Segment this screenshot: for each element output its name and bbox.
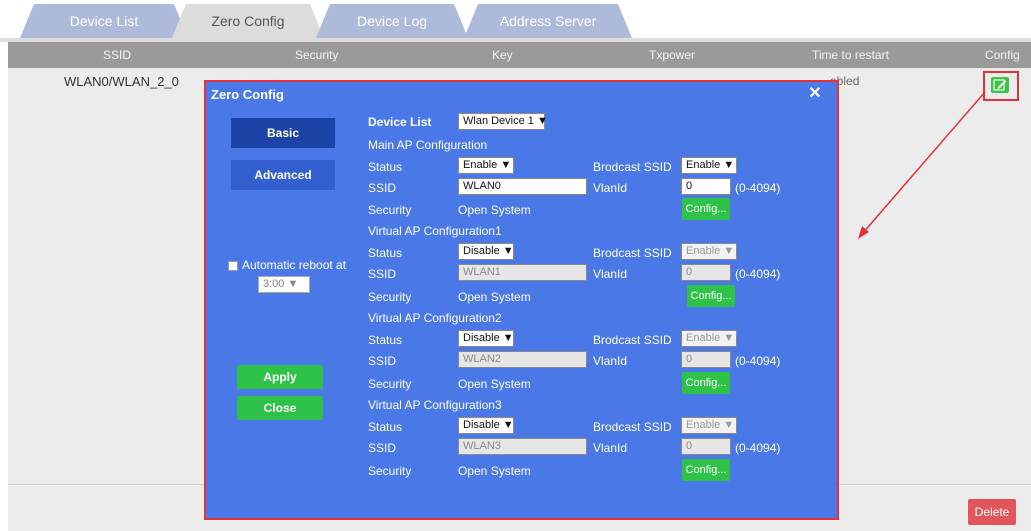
broadcast-ssid-label: Brodcast SSID [593,420,672,434]
vlan-range: (0-4094) [735,354,781,368]
vlan-input[interactable]: 0 [681,178,731,195]
reboot-checkbox[interactable] [228,261,238,271]
security-label: Security [368,290,412,304]
config-button[interactable]: Config... [687,285,735,307]
broadcast-ssid-label: Brodcast SSID [593,333,672,347]
vlan-label: VlanId [593,354,628,368]
ssid-input[interactable]: WLAN0 [458,178,587,195]
status-label: Status [368,333,403,347]
vlan-input[interactable]: 0 [681,351,731,368]
status-select[interactable]: Disable ▼ [458,243,514,260]
broadcast-ssid-value: Enable [686,419,721,431]
security-value: Open System [458,377,531,391]
advanced-tab-button[interactable]: Advanced [231,160,335,190]
broadcast-ssid-value: Enable [686,245,721,257]
status-select[interactable]: Disable ▼ [458,417,514,434]
status-select[interactable]: Disable ▼ [458,330,514,347]
ssid-input[interactable]: WLAN3 [458,438,587,455]
config-button[interactable]: Config... [682,459,730,481]
security-value: Open System [458,290,531,304]
vlan-input[interactable]: 0 [681,438,731,455]
status-value: Disable [463,419,500,431]
vlan-label: VlanId [593,181,628,195]
apply-button[interactable]: Apply [237,365,323,389]
ssid-label: SSID [368,267,397,281]
broadcast-ssid-value: Enable [686,332,721,344]
broadcast-ssid-select[interactable]: Enable ▼ [681,417,737,434]
dialog-title: Zero Config [211,87,284,102]
device-list-select[interactable]: Wlan Device 1 ▼ [458,113,548,130]
config-button[interactable]: Config... [682,372,730,394]
close-button[interactable]: Close [237,396,323,420]
vlan-label: VlanId [593,441,628,455]
broadcast-ssid-value: Enable [686,159,721,171]
section-title: Virtual AP Configuration3 [368,398,502,412]
reboot-label: Automatic reboot at [242,258,347,272]
status-select[interactable]: Enable ▼ [458,157,514,174]
broadcast-ssid-label: Brodcast SSID [593,160,672,174]
broadcast-ssid-label: Brodcast SSID [593,246,672,260]
broadcast-ssid-select[interactable]: Enable ▼ [681,157,737,174]
config-button[interactable]: Config... [682,198,730,220]
zero-config-dialog: Zero Config ✕ Basic Advanced Automatic r… [206,82,837,518]
status-value: Disable [463,332,500,344]
security-value: Open System [458,203,531,217]
status-label: Status [368,420,403,434]
ssid-label: SSID [368,441,397,455]
security-label: Security [368,464,412,478]
status-value: Disable [463,245,500,257]
ssid-input[interactable]: WLAN2 [458,351,587,368]
section-title: Virtual AP Configuration2 [368,311,502,325]
security-label: Security [368,203,412,217]
ssid-label: SSID [368,181,397,195]
status-label: Status [368,160,403,174]
status-value: Enable [463,159,498,171]
vlan-input[interactable]: 0 [681,264,731,281]
broadcast-ssid-select[interactable]: Enable ▼ [681,330,737,347]
reboot-time-value: 3:00 [263,278,285,290]
security-value: Open System [458,464,531,478]
section-title: Virtual AP Configuration1 [368,224,502,238]
close-icon[interactable]: ✕ [806,83,824,103]
security-label: Security [368,377,412,391]
vlan-range: (0-4094) [735,441,781,455]
section-title: Main AP Configuration [368,138,488,152]
ssid-input[interactable]: WLAN1 [458,264,587,281]
device-list-label: Device List [368,115,432,129]
basic-tab-button[interactable]: Basic [231,118,335,148]
vlan-range: (0-4094) [735,267,781,281]
vlan-label: VlanId [593,267,628,281]
reboot-time-select[interactable]: 3:00 ▼ [258,276,310,293]
vlan-range: (0-4094) [735,181,781,195]
device-list-value: Wlan Device 1 [463,115,534,127]
status-label: Status [368,246,403,260]
ssid-label: SSID [368,354,397,368]
broadcast-ssid-select[interactable]: Enable ▼ [681,243,737,260]
